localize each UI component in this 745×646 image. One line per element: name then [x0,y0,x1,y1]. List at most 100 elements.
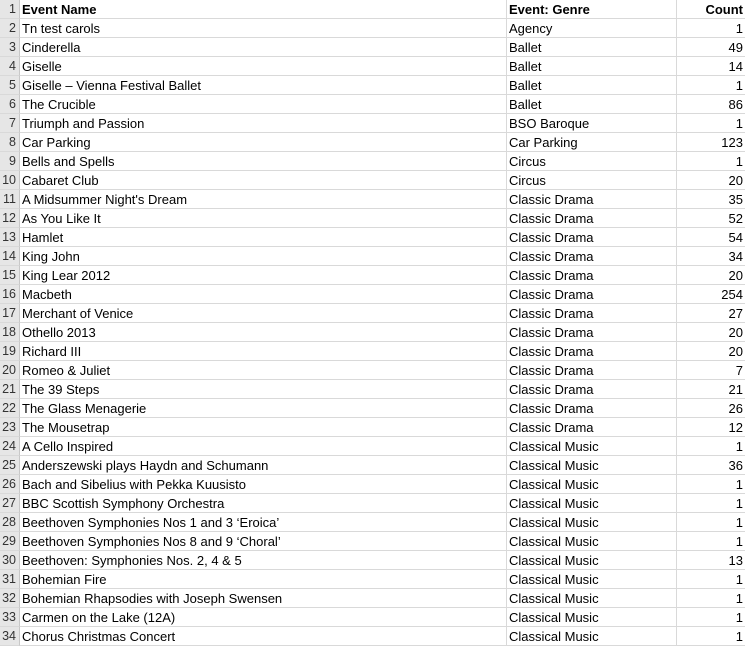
cell-event-genre[interactable]: Classical Music [507,475,677,494]
cell-event-genre[interactable]: Circus [507,152,677,171]
row-number[interactable]: 2 [0,19,20,38]
cell-count[interactable]: 13 [677,551,745,570]
cell-count[interactable]: 7 [677,361,745,380]
cell-event-name[interactable]: Othello 2013 [20,323,507,342]
row-number[interactable]: 7 [0,114,20,133]
cell-event-name[interactable]: Chorus Christmas Concert [20,627,507,646]
cell-event-name[interactable]: Bohemian Rhapsodies with Joseph Swensen [20,589,507,608]
cell-event-name[interactable]: Giselle – Vienna Festival Ballet [20,76,507,95]
cell-event-genre[interactable]: Classical Music [507,627,677,646]
cell-event-name[interactable]: Carmen on the Lake (12A) [20,608,507,627]
row-number[interactable]: 11 [0,190,20,209]
cell-event-name[interactable]: Beethoven Symphonies Nos 1 and 3 ‘Eroica… [20,513,507,532]
cell-event-name[interactable]: Cinderella [20,38,507,57]
row-number[interactable]: 23 [0,418,20,437]
cell-count[interactable]: 1 [677,152,745,171]
cell-count[interactable]: 36 [677,456,745,475]
cell-count[interactable]: 1 [677,114,745,133]
row-number[interactable]: 26 [0,475,20,494]
row-number[interactable]: 12 [0,209,20,228]
cell-event-name[interactable]: Beethoven: Symphonies Nos. 2, 4 & 5 [20,551,507,570]
row-number[interactable]: 34 [0,627,20,646]
cell-count[interactable]: 1 [677,76,745,95]
row-number[interactable]: 32 [0,589,20,608]
cell-event-name[interactable]: Bach and Sibelius with Pekka Kuusisto [20,475,507,494]
row-number[interactable]: 22 [0,399,20,418]
cell-event-genre[interactable]: Classical Music [507,608,677,627]
row-number[interactable]: 8 [0,133,20,152]
cell-count[interactable]: 254 [677,285,745,304]
row-number[interactable]: 16 [0,285,20,304]
cell-event-genre[interactable]: Classic Drama [507,190,677,209]
cell-count[interactable]: 1 [677,627,745,646]
cell-event-name[interactable]: A Midsummer Night's Dream [20,190,507,209]
cell-event-name[interactable]: Merchant of Venice [20,304,507,323]
header-cell-event-name[interactable]: Event Name [20,0,507,19]
cell-count[interactable]: 12 [677,418,745,437]
cell-event-name[interactable]: Tn test carols [20,19,507,38]
cell-count[interactable]: 1 [677,532,745,551]
cell-event-genre[interactable]: Ballet [507,38,677,57]
cell-event-name[interactable]: A Cello Inspired [20,437,507,456]
cell-event-genre[interactable]: Classic Drama [507,266,677,285]
cell-event-name[interactable]: Hamlet [20,228,507,247]
cell-event-genre[interactable]: Classic Drama [507,247,677,266]
cell-event-name[interactable]: Richard III [20,342,507,361]
cell-event-genre[interactable]: Classic Drama [507,209,677,228]
cell-event-genre[interactable]: Classical Music [507,589,677,608]
cell-event-name[interactable]: King John [20,247,507,266]
cell-count[interactable]: 1 [677,608,745,627]
row-number[interactable]: 20 [0,361,20,380]
cell-event-name[interactable]: The Mousetrap [20,418,507,437]
cell-count[interactable]: 86 [677,95,745,114]
row-number[interactable]: 17 [0,304,20,323]
cell-event-genre[interactable]: Classic Drama [507,285,677,304]
cell-event-name[interactable]: The Glass Menagerie [20,399,507,418]
cell-event-name[interactable]: Beethoven Symphonies Nos 8 and 9 ‘Choral… [20,532,507,551]
cell-event-genre[interactable]: Classic Drama [507,304,677,323]
cell-event-name[interactable]: Anderszewski plays Haydn and Schumann [20,456,507,475]
cell-count[interactable]: 1 [677,513,745,532]
cell-count[interactable]: 54 [677,228,745,247]
row-number[interactable]: 6 [0,95,20,114]
cell-event-genre[interactable]: Classic Drama [507,380,677,399]
cell-event-genre[interactable]: Classical Music [507,494,677,513]
cell-count[interactable]: 1 [677,494,745,513]
row-number[interactable]: 27 [0,494,20,513]
cell-event-name[interactable]: Cabaret Club [20,171,507,190]
cell-event-genre[interactable]: Ballet [507,57,677,76]
cell-event-name[interactable]: The 39 Steps [20,380,507,399]
row-number[interactable]: 24 [0,437,20,456]
cell-event-genre[interactable]: Classic Drama [507,228,677,247]
cell-event-genre[interactable]: BSO Baroque [507,114,677,133]
cell-event-genre[interactable]: Classic Drama [507,361,677,380]
cell-event-genre[interactable]: Ballet [507,76,677,95]
cell-event-genre[interactable]: Classical Music [507,551,677,570]
cell-count[interactable]: 1 [677,19,745,38]
cell-event-name[interactable]: Macbeth [20,285,507,304]
cell-count[interactable]: 26 [677,399,745,418]
cell-event-genre[interactable]: Classic Drama [507,399,677,418]
row-number[interactable]: 14 [0,247,20,266]
row-number[interactable]: 3 [0,38,20,57]
cell-count[interactable]: 20 [677,342,745,361]
cell-event-name[interactable]: BBC Scottish Symphony Orchestra [20,494,507,513]
row-number[interactable]: 5 [0,76,20,95]
cell-event-genre[interactable]: Classic Drama [507,342,677,361]
cell-count[interactable]: 1 [677,437,745,456]
cell-count[interactable]: 1 [677,475,745,494]
cell-count[interactable]: 123 [677,133,745,152]
cell-event-genre[interactable]: Ballet [507,95,677,114]
cell-event-genre[interactable]: Classical Music [507,532,677,551]
cell-event-genre[interactable]: Classic Drama [507,323,677,342]
cell-event-name[interactable]: Giselle [20,57,507,76]
cell-event-genre[interactable]: Classic Drama [507,418,677,437]
cell-event-genre[interactable]: Circus [507,171,677,190]
row-number[interactable]: 10 [0,171,20,190]
cell-count[interactable]: 20 [677,171,745,190]
row-number[interactable]: 1 [0,0,20,19]
cell-event-name[interactable]: As You Like It [20,209,507,228]
cell-count[interactable]: 20 [677,323,745,342]
header-cell-count[interactable]: Count [677,0,745,19]
row-number[interactable]: 9 [0,152,20,171]
